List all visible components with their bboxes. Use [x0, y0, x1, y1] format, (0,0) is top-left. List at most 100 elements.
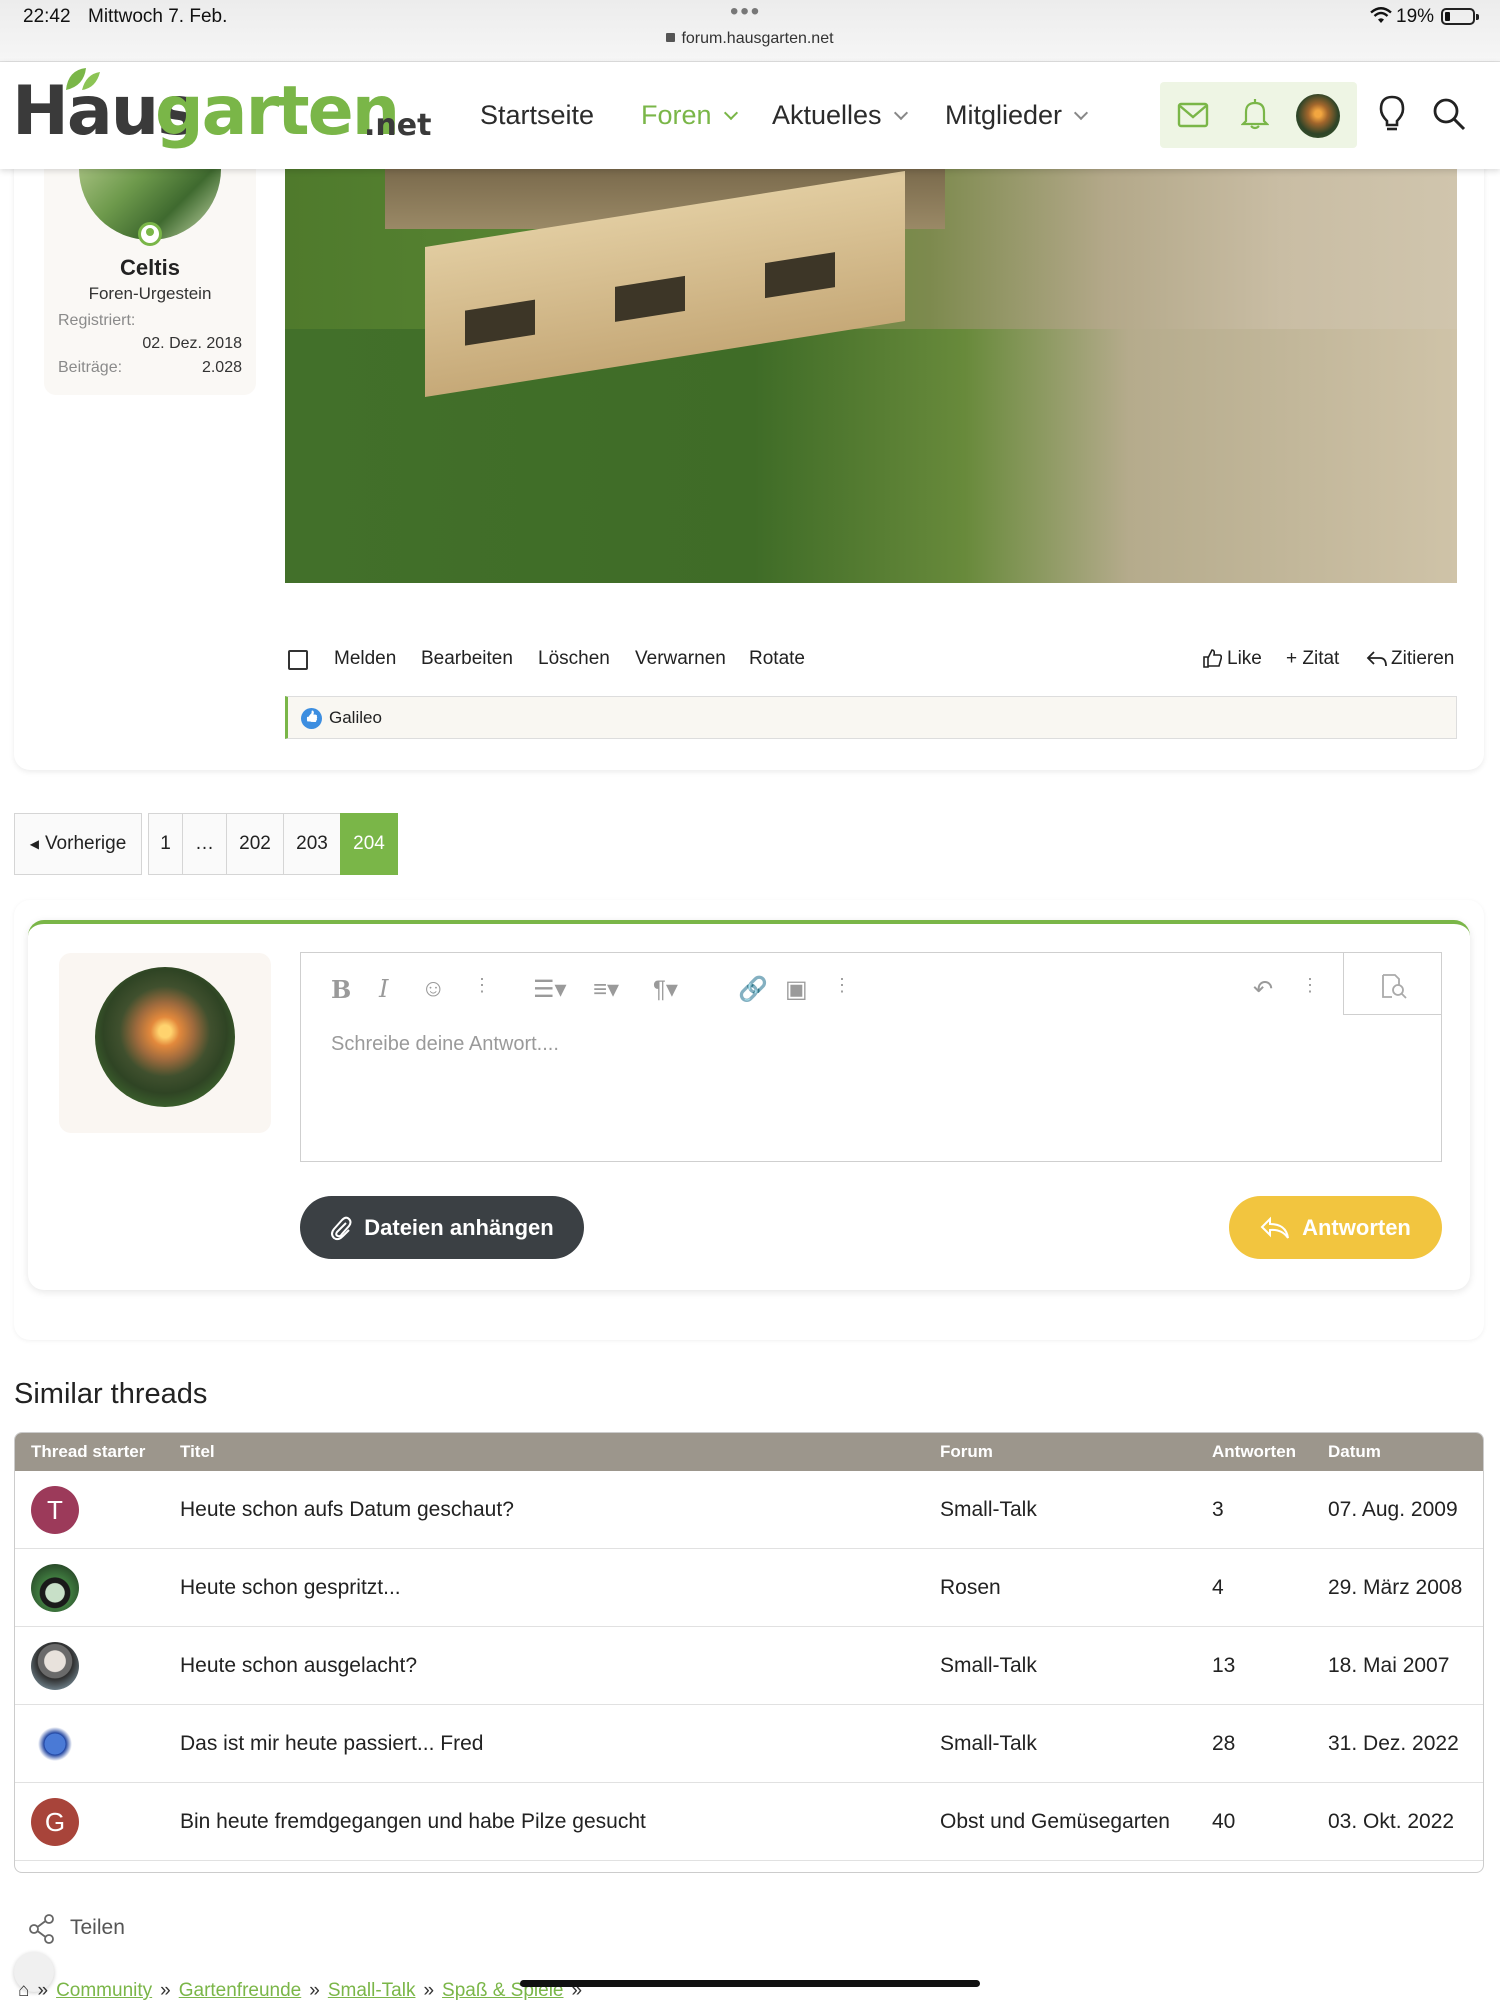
pagination-prev[interactable]: ◀ Vorherige [14, 813, 142, 875]
share-label[interactable]: Teilen [70, 1916, 125, 1940]
home-icon[interactable]: ⌂ [18, 1980, 29, 2000]
breadcrumb-item[interactable]: Small-Talk [328, 1980, 416, 2000]
avatar[interactable]: G [31, 1798, 79, 1846]
leaf-icon [66, 68, 100, 90]
user-avatar[interactable] [1296, 94, 1340, 138]
preview-button[interactable] [1343, 953, 1441, 1015]
nav-foren[interactable]: Foren [641, 100, 738, 131]
pagination-page[interactable]: 1 [148, 813, 183, 875]
delete-button[interactable]: Löschen [538, 648, 610, 670]
table-row[interactable]: Heute schon ausgelacht? Small-Talk 13 18… [15, 1627, 1483, 1705]
thread-forum[interactable]: Small-Talk [940, 1654, 1037, 1678]
pagination-page[interactable]: 202 [226, 813, 284, 875]
table-row[interactable]: Heute schon gespritzt... Rosen 4 29. Mär… [15, 1549, 1483, 1627]
pagination-ellipsis[interactable]: … [182, 813, 227, 875]
bell-icon[interactable] [1241, 98, 1269, 130]
posts-label: Beiträge: [58, 359, 123, 376]
avatar[interactable] [31, 1720, 79, 1768]
reaction-username[interactable]: Galileo [329, 708, 382, 728]
smiley-icon[interactable]: ☺ [421, 975, 446, 1003]
link-icon[interactable]: 🔗 [738, 975, 768, 1003]
search-icon[interactable] [1431, 96, 1467, 132]
similar-threads-heading: Similar threads [14, 1378, 208, 1410]
url-bar[interactable]: forum.hausgarten.net [0, 30, 1500, 48]
undo-icon[interactable]: ↶ [1253, 975, 1273, 1003]
breadcrumb-item[interactable]: Gartenfreunde [179, 1980, 302, 2000]
chevron-down-icon [1073, 105, 1089, 121]
battery-percent: 19% [1396, 6, 1435, 27]
image-icon[interactable]: ▣ [785, 975, 808, 1003]
edit-button[interactable]: Bearbeiten [421, 648, 513, 670]
table-row[interactable]: T Heute schon aufs Datum geschaut? Small… [15, 1471, 1483, 1549]
lock-icon [666, 33, 676, 42]
thread-title[interactable]: Heute schon ausgelacht? [180, 1654, 417, 1678]
like-button[interactable]: Like [1227, 648, 1262, 670]
more-options-icon[interactable]: ⋮ [833, 975, 851, 1003]
thread-title[interactable]: Bin heute fremdgegangen und habe Pilze g… [180, 1810, 646, 1834]
post-username[interactable]: Celtis [44, 255, 256, 281]
rotate-button[interactable]: Rotate [749, 648, 805, 670]
col-title[interactable]: Titel [180, 1442, 215, 1462]
bold-icon[interactable]: B [331, 975, 351, 1004]
nav-mitglieder[interactable]: Mitglieder [945, 100, 1089, 131]
home-indicator[interactable] [520, 1980, 980, 1987]
browser-status-bar: 22:42 Mittwoch 7. Feb. ••• forum.hausgar… [0, 0, 1500, 62]
share-icon[interactable] [28, 1914, 56, 1944]
reactions-bar[interactable]: Galileo [285, 696, 1457, 739]
col-thread-starter[interactable]: Thread starter [31, 1442, 145, 1462]
attach-files-label: Dateien anhängen [364, 1214, 554, 1240]
thread-replies: 40 [1212, 1810, 1236, 1833]
nav-label: Startseite [480, 100, 595, 130]
tab-dots-icon[interactable]: ••• [730, 0, 761, 26]
reply-arrow-icon [1260, 1216, 1290, 1239]
breadcrumb-separator: » [423, 1980, 435, 2000]
reply-editor[interactable]: B I ☺ ⋮ ☰▾ ≡▾ ¶▾ 🔗 ▣ ⋮ ↶ ⋮ Schreibe dein… [300, 952, 1442, 1162]
multi-quote-button[interactable]: + Zitat [1286, 648, 1339, 670]
table-row[interactable]: Das ist mir heute passiert... Fred Small… [15, 1705, 1483, 1783]
pagination-page[interactable]: 203 [283, 813, 341, 875]
posts-value: 2.028 [201, 359, 242, 376]
mail-icon[interactable] [1177, 102, 1209, 128]
select-post-checkbox[interactable] [288, 650, 308, 670]
avatar[interactable] [31, 1564, 79, 1612]
lightbulb-icon[interactable] [1378, 94, 1406, 134]
more-options-icon[interactable]: ⋮ [473, 975, 491, 1003]
col-forum[interactable]: Forum [940, 1442, 993, 1462]
post-attachment-image[interactable] [285, 169, 1457, 583]
thread-forum[interactable]: Rosen [940, 1576, 1001, 1600]
thread-forum[interactable]: Small-Talk [940, 1498, 1037, 1522]
thread-forum[interactable]: Obst und Gemüsegarten [940, 1810, 1170, 1834]
paragraph-icon[interactable]: ¶▾ [653, 975, 678, 1003]
quote-button[interactable]: Zitieren [1391, 648, 1454, 670]
thread-title[interactable]: Heute schon aufs Datum geschaut? [180, 1498, 514, 1522]
italic-icon[interactable]: I [379, 975, 388, 1003]
breadcrumb-separator: » [37, 1980, 49, 2000]
thread-title[interactable]: Das ist mir heute passiert... Fred [180, 1732, 483, 1756]
caret-left-icon: ◀ [29, 837, 39, 851]
attach-files-button[interactable]: Dateien anhängen [300, 1196, 584, 1259]
report-button[interactable]: Melden [334, 648, 396, 670]
pagination-prev-label: Vorherige [44, 833, 127, 854]
pagination-current-page[interactable]: 204 [340, 813, 398, 875]
thread-title[interactable]: Heute schon gespritzt... [180, 1576, 401, 1600]
avatar[interactable]: T [31, 1486, 79, 1534]
align-icon[interactable]: ≡▾ [593, 975, 619, 1003]
col-date[interactable]: Datum [1328, 1442, 1381, 1462]
nav-startseite[interactable]: Startseite [480, 100, 594, 131]
breadcrumb-item[interactable]: Community [56, 1980, 152, 2000]
logo-part-net: .net [364, 108, 432, 143]
reply-user-avatar[interactable] [95, 967, 235, 1107]
list-icon[interactable]: ☰▾ [533, 975, 567, 1003]
thread-replies: 4 [1212, 1576, 1224, 1599]
avatar[interactable] [31, 1642, 79, 1690]
warn-button[interactable]: Verwarnen [635, 648, 726, 670]
more-options-icon[interactable]: ⋮ [1301, 975, 1319, 1003]
url-text: forum.hausgarten.net [681, 30, 834, 47]
thread-date: 31. Dez. 2022 [1328, 1732, 1459, 1755]
thread-date: 03. Okt. 2022 [1328, 1810, 1455, 1833]
submit-reply-button[interactable]: Antworten [1229, 1196, 1442, 1259]
col-replies[interactable]: Antworten [1212, 1442, 1296, 1462]
thread-forum[interactable]: Small-Talk [940, 1732, 1037, 1756]
table-row[interactable]: G Bin heute fremdgegangen und habe Pilze… [15, 1783, 1483, 1861]
nav-aktuelles[interactable]: Aktuelles [772, 100, 908, 131]
